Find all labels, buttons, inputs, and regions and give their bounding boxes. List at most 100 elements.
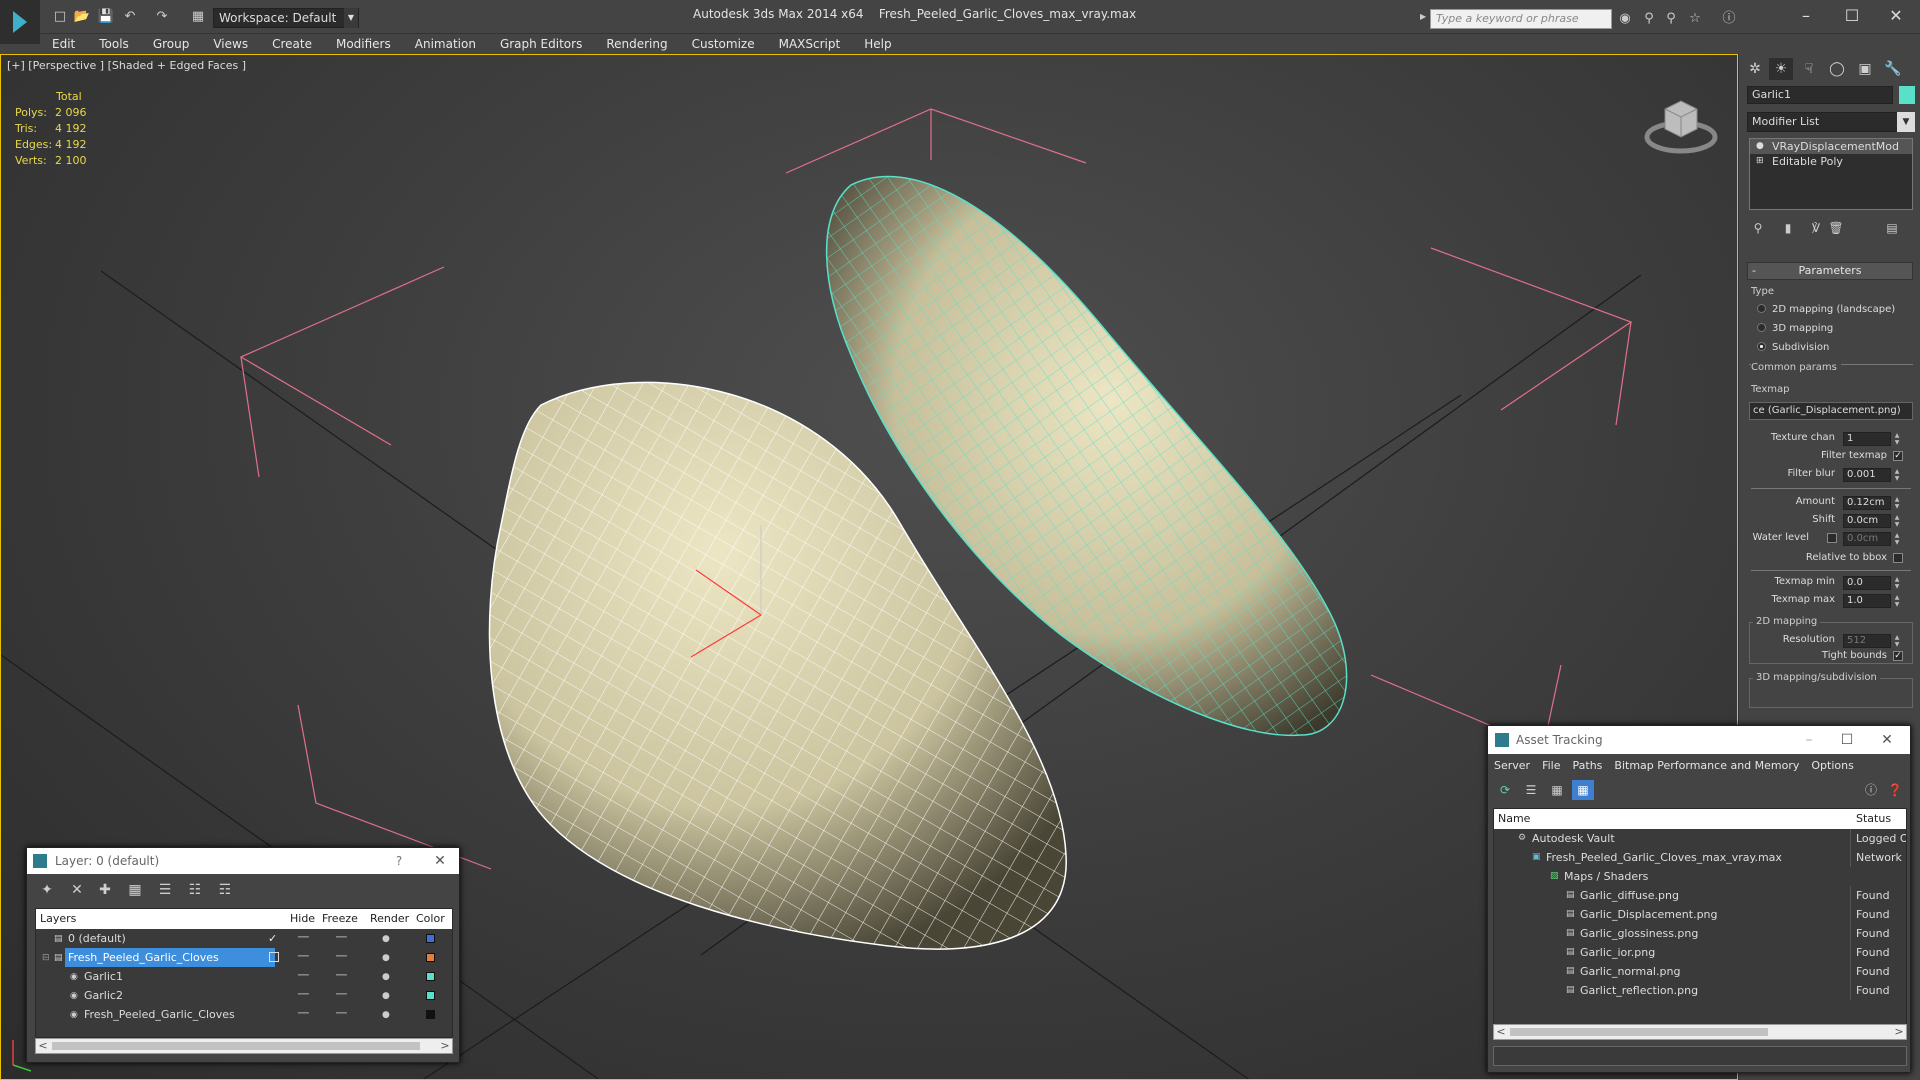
minimize-button[interactable]: – — [1794, 726, 1824, 754]
column-hide[interactable]: Hide — [290, 912, 315, 925]
radio-subdivision[interactable]: Subdivision — [1757, 342, 1829, 353]
hide-toggle[interactable]: ━━ — [298, 929, 309, 948]
menu-modifiers[interactable]: Modifiers — [324, 34, 403, 54]
relative-bbox-checkbox[interactable] — [1893, 553, 1903, 563]
radio-button[interactable] — [1757, 323, 1766, 332]
add-to-layer-icon[interactable]: ✚ — [93, 880, 117, 900]
texmap-max-field[interactable]: 1.0 — [1843, 594, 1891, 608]
freeze-toggle[interactable]: ━━ — [336, 967, 347, 986]
horizontal-scrollbar[interactable]: < > — [1493, 1024, 1907, 1040]
show-end-result-icon[interactable]: ▮ — [1777, 218, 1799, 238]
parameters-rollout[interactable]: - Parameters — [1747, 262, 1913, 280]
column-name[interactable]: Name — [1498, 812, 1530, 825]
scroll-thumb[interactable] — [1510, 1028, 1768, 1036]
menu-graph-editors[interactable]: Graph Editors — [488, 34, 594, 54]
menu-rendering[interactable]: Rendering — [594, 34, 679, 54]
select-in-layer-icon[interactable]: ▦ — [123, 880, 147, 900]
menu-animation[interactable]: Animation — [403, 34, 488, 54]
radio-2d-mapping[interactable]: 2D mapping (landscape) — [1757, 304, 1895, 315]
layer-color-swatch[interactable] — [426, 1010, 435, 1019]
remove-modifier-icon[interactable]: 🗑 — [1825, 218, 1847, 238]
teapot-render-icon[interactable]: ● — [382, 1010, 392, 1020]
table-view-icon[interactable]: ▦ — [1572, 780, 1594, 800]
layer-row[interactable]: ▤ 0 (default) ✓ ━━ ━━ ● — [36, 929, 452, 948]
horizontal-scrollbar[interactable]: < > — [35, 1038, 453, 1054]
scroll-right-icon[interactable]: > — [1892, 1025, 1906, 1039]
layer-color-swatch[interactable] — [426, 972, 435, 981]
menu-paths[interactable]: Paths — [1567, 756, 1609, 776]
open-file-icon[interactable]: 📂 — [72, 8, 92, 26]
texmap-min-field[interactable]: 0.0 — [1843, 576, 1891, 590]
teapot-render-icon[interactable]: ● — [382, 972, 392, 982]
quick-access-dropdown-icon[interactable]: ▼ — [344, 8, 358, 28]
asset-row[interactable]: ▤ Garlic_normal.png Found — [1494, 962, 1906, 981]
scroll-right-icon[interactable]: > — [438, 1039, 452, 1053]
scroll-thumb[interactable] — [52, 1042, 420, 1050]
help-icon[interactable]: ⓘ — [1720, 10, 1738, 28]
shift-field[interactable]: 0.0cm — [1843, 514, 1891, 528]
column-freeze[interactable]: Freeze — [322, 912, 358, 925]
current-layer-check[interactable]: ✓ — [268, 929, 277, 948]
redo-icon[interactable]: ↷ — [152, 8, 172, 26]
hierarchy-tab-icon[interactable]: ☟ — [1797, 58, 1821, 80]
hide-toggle[interactable]: ━━ — [298, 967, 309, 986]
spinner-arrows-icon[interactable]: ▲ ▼ — [1893, 634, 1901, 648]
viewcube-icon[interactable] — [1641, 85, 1721, 165]
column-layers[interactable]: Layers — [40, 912, 76, 925]
object-name-field[interactable]: Garlic1 — [1747, 86, 1893, 104]
collapse-icon[interactable]: ⊟ — [42, 953, 52, 963]
layer-color-swatch[interactable] — [426, 953, 435, 962]
thumbnail-view-icon[interactable]: ▦ — [1546, 780, 1568, 800]
freeze-toggle[interactable]: ━━ — [336, 948, 347, 967]
modify-tab-icon[interactable]: ☀ — [1769, 58, 1793, 80]
chevron-down-icon[interactable]: ▼ — [1897, 112, 1915, 132]
spinner-arrows-icon[interactable]: ▲ ▼ — [1893, 432, 1901, 446]
radio-button[interactable] — [1757, 342, 1766, 351]
plus-box-icon[interactable]: ⊞ — [1756, 157, 1765, 166]
menu-file[interactable]: File — [1536, 756, 1566, 776]
list-view-icon[interactable]: ☰ — [1520, 780, 1542, 800]
maximize-button[interactable]: ☐ — [1832, 726, 1862, 754]
layer-row[interactable]: ◉ Garlic2 ━━ ━━ ● — [36, 986, 452, 1005]
help-button[interactable]: ? — [389, 848, 409, 874]
asset-row[interactable]: ▤ Garlict_reflection.png Found — [1494, 981, 1906, 1000]
viewport-label-menu[interactable]: [+] [Perspective ] [Shaded + Edged Faces… — [7, 59, 246, 72]
spinner-arrows-icon[interactable]: ▲ ▼ — [1893, 514, 1901, 528]
layer-color-swatch[interactable] — [426, 991, 435, 1000]
water-level-field[interactable]: 0.0cm — [1843, 532, 1891, 546]
refresh-icon[interactable]: ⟳ — [1494, 780, 1516, 800]
project-folder-icon[interactable]: ▦ — [188, 8, 208, 26]
teapot-render-icon[interactable]: ● — [382, 953, 392, 963]
menu-bitmap-performance[interactable]: Bitmap Performance and Memory — [1608, 756, 1805, 776]
minimize-button[interactable]: – — [1786, 4, 1826, 28]
save-file-icon[interactable]: 💾 — [96, 8, 116, 26]
tight-bounds-checkbox[interactable]: ✓ — [1893, 651, 1903, 661]
help-context-icon[interactable]: ❓ — [1884, 780, 1906, 800]
subscription-icon[interactable]: ⚲ — [1640, 10, 1658, 28]
hide-toggle[interactable]: ━━ — [298, 948, 309, 967]
menu-customize[interactable]: Customize — [680, 34, 767, 54]
stack-item-vraydisplacement[interactable]: ● VRayDisplacementMod — [1750, 139, 1912, 154]
lightbulb-icon[interactable]: ● — [1756, 142, 1765, 151]
workspace-dropdown[interactable]: Workspace: Default ▼ — [213, 8, 359, 28]
texture-chan-field[interactable]: 1 — [1843, 432, 1891, 446]
spinner-arrows-icon[interactable]: ▲ ▼ — [1893, 468, 1901, 482]
teapot-render-icon[interactable]: ● — [382, 991, 392, 1001]
utilities-tab-icon[interactable]: 🔧 — [1881, 58, 1905, 80]
amount-field[interactable]: 0.12cm — [1843, 496, 1891, 510]
menu-options[interactable]: Options — [1805, 756, 1859, 776]
modifier-list-dropdown[interactable]: Modifier List — [1747, 112, 1905, 132]
highlight-layer-icon[interactable]: ☰ — [153, 880, 177, 900]
menu-create[interactable]: Create — [260, 34, 324, 54]
radio-button[interactable] — [1757, 304, 1766, 313]
undo-icon[interactable]: ↶ — [120, 8, 140, 26]
app-logo-button[interactable] — [0, 0, 40, 44]
spinner-arrows-icon[interactable]: ▲ ▼ — [1893, 594, 1901, 608]
water-level-checkbox[interactable] — [1827, 533, 1837, 543]
create-layer-icon[interactable]: ✦ — [35, 880, 59, 900]
layer-row[interactable]: ⊟ ▤ Fresh_Peeled_Garlic_Cloves ━━ ━━ ● — [36, 948, 452, 967]
menu-views[interactable]: Views — [201, 34, 260, 54]
asset-row[interactable]: ▤ Garlic_ior.png Found — [1494, 943, 1906, 962]
motion-tab-icon[interactable]: ◯ — [1825, 58, 1849, 80]
asset-row[interactable]: ▤ Garlic_glossiness.png Found — [1494, 924, 1906, 943]
